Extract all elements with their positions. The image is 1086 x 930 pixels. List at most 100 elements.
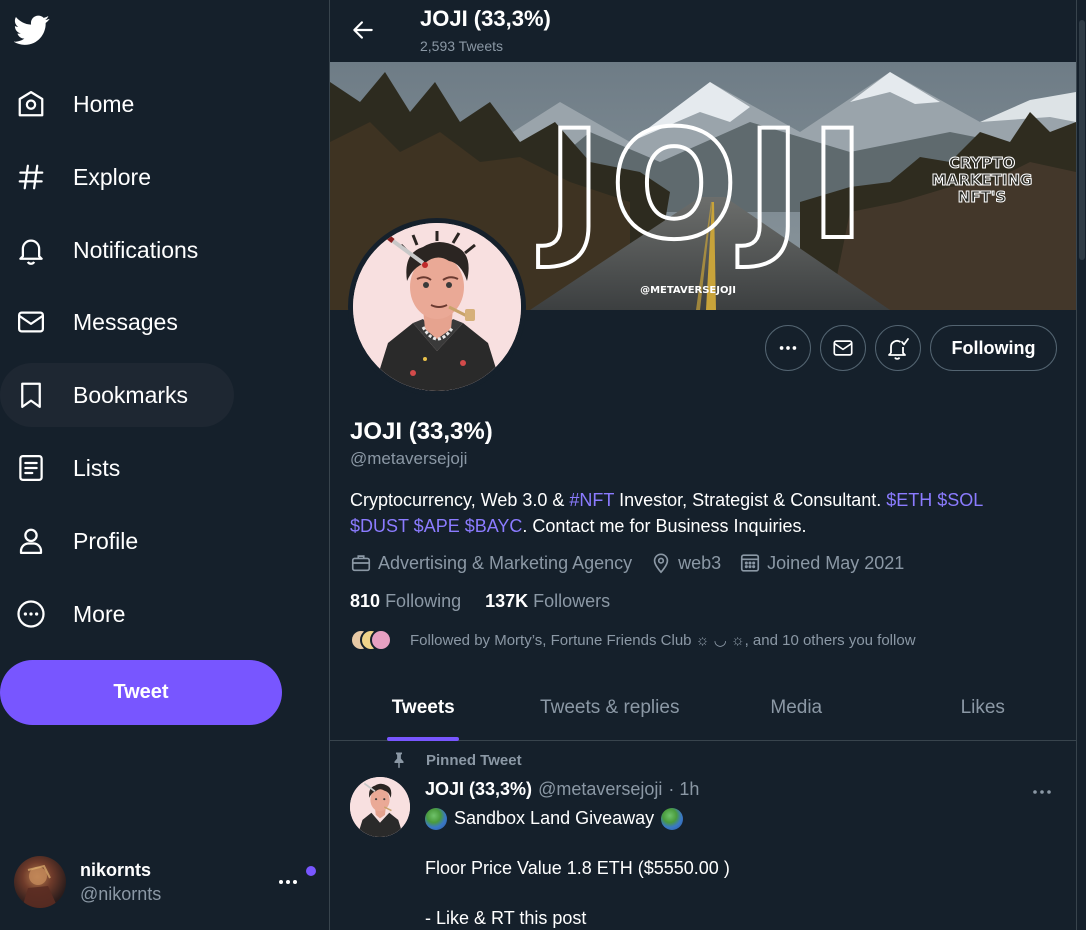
more-horizontal-icon[interactable] <box>276 870 300 894</box>
following-count: 810 <box>350 591 381 611</box>
banner-side-text-2: MARKETING <box>932 171 1033 189</box>
follower-avatars <box>350 629 398 651</box>
scrollbar[interactable] <box>1076 0 1086 930</box>
globe-emoji-icon <box>661 807 684 830</box>
cashtag-links[interactable]: $ETH $SOL <box>886 490 983 510</box>
tab-label: Media <box>770 696 823 718</box>
cashtag-links[interactable]: $DUST $APE $BAYC <box>350 516 522 536</box>
tweet-header: JOJI (33,3%) @metaversejoji · 1h <box>425 779 699 800</box>
tweet-body: Sandbox Land Giveaway Floor Price Value … <box>425 806 730 930</box>
sidebar-item-bookmarks[interactable]: Bookmarks <box>0 363 234 427</box>
tweet-more-icon[interactable] <box>1030 780 1054 804</box>
tab-likes[interactable]: Likes <box>890 675 1077 740</box>
hashtag-link[interactable]: #NFT <box>569 490 614 510</box>
sidebar-item-lists[interactable]: Lists <box>0 436 144 500</box>
followers-label: Followers <box>533 591 611 611</box>
pinned-label: Pinned Tweet <box>426 751 522 769</box>
profile-header: JOJI (33,3%) 2,593 Tweets <box>330 0 1076 62</box>
bell-icon <box>14 233 48 267</box>
tweet-line: - Like & RT this post <box>425 908 587 928</box>
avatar <box>14 856 66 908</box>
tweet-line <box>425 881 730 906</box>
tweet-time[interactable]: · 1h <box>668 779 699 800</box>
page-title: JOJI (33,3%) <box>420 6 551 31</box>
sidebar-item-messages[interactable]: Messages <box>0 290 202 354</box>
profile-stats: 810 Following 137K Followers <box>350 591 634 612</box>
pinned-label-row: Pinned Tweet <box>390 751 522 769</box>
banner-title: JOJI <box>538 99 874 273</box>
sidebar-item-label: Bookmarks <box>73 381 189 408</box>
sidebar-item-home[interactable]: Home <box>0 72 158 136</box>
envelope-icon <box>14 305 48 339</box>
tab-label: Tweets & replies <box>540 696 680 718</box>
following-stat[interactable]: 810 Following <box>350 591 461 612</box>
profile-handle: @metaversejoji <box>350 449 468 468</box>
account-switcher[interactable]: nikornts @nikornts <box>14 854 316 910</box>
tab-active-indicator <box>387 737 460 741</box>
calendar-icon <box>741 554 760 572</box>
banner-side-text-3: NFT'S <box>958 188 1006 206</box>
tweet-count: 2,593 Tweets <box>420 38 504 54</box>
briefcase-icon <box>351 555 371 572</box>
list-icon <box>14 451 48 485</box>
tab-label: Tweets <box>391 696 455 718</box>
sidebar-item-label: Profile <box>73 527 139 554</box>
profile-bio: Cryptocurrency, Web 3.0 & #NFT Investor,… <box>350 487 1050 539</box>
followed-by-text: Followed by Morty’s, Fortune Friends Clu… <box>410 632 916 649</box>
sidebar-item-notifications[interactable]: Notifications <box>0 218 222 282</box>
sidebar-item-label: Explore <box>73 163 151 190</box>
person-icon <box>14 524 48 558</box>
tab-media[interactable]: Media <box>703 675 890 740</box>
tweet-button[interactable]: Tweet <box>0 660 282 725</box>
profile-meta: Advertising & Marketing Agency web3 Join… <box>350 550 922 576</box>
home-icon <box>14 87 48 121</box>
followed-by[interactable]: Followed by Morty’s, Fortune Friends Clu… <box>350 629 916 651</box>
twitter-bird-icon[interactable] <box>14 12 50 48</box>
tab-tweets-replies[interactable]: Tweets & replies <box>517 675 704 740</box>
message-button[interactable] <box>820 325 866 371</box>
sidebar-item-label: More <box>73 600 126 627</box>
sidebar-item-label: Messages <box>73 308 178 335</box>
bookmark-icon <box>14 378 48 412</box>
sidebar-item-label: Lists <box>73 454 121 481</box>
profile-joined: Joined May 2021 <box>767 552 905 573</box>
more-horizontal-icon <box>779 346 797 350</box>
sidebar-item-label: Home <box>73 90 135 117</box>
notify-button[interactable] <box>875 325 921 371</box>
hashtag-icon <box>14 160 48 194</box>
tweet-author-name[interactable]: JOJI (33,3%) <box>425 779 532 800</box>
sidebar: Home Explore Notifications Messages Book… <box>0 0 330 930</box>
sidebar-item-more[interactable]: More <box>0 582 149 646</box>
tweet-line <box>425 831 730 856</box>
sidebar-item-profile[interactable]: Profile <box>0 509 162 573</box>
bio-text: Cryptocurrency, Web 3.0 & <box>350 490 570 510</box>
sidebar-item-explore[interactable]: Explore <box>0 145 175 209</box>
profile-name: JOJI (33,3%) <box>350 418 493 445</box>
profile-tabs: Tweets Tweets & replies Media Likes <box>330 675 1076 741</box>
bio-text: . Contact me for Business Inquiries. <box>522 516 807 536</box>
profile-column: JOJI (33,3%) 2,593 Tweets JOJI CRYPTO MA… <box>330 0 1076 930</box>
tab-tweets[interactable]: Tweets <box>330 675 517 741</box>
account-handle: @nikornts <box>80 883 162 904</box>
following-label: Following <box>385 591 462 611</box>
tab-label: Likes <box>960 696 1005 718</box>
scroll-thumb[interactable] <box>1079 20 1085 260</box>
followers-count: 137K <box>485 591 529 611</box>
envelope-icon <box>833 340 853 356</box>
notification-dot <box>306 866 316 876</box>
back-arrow-icon[interactable] <box>350 17 376 43</box>
profile-location: web3 <box>678 552 722 573</box>
more-options-button[interactable] <box>765 325 811 371</box>
followers-stat[interactable]: 137K Followers <box>485 591 610 612</box>
tweet-author-handle[interactable]: @metaversejoji <box>538 779 662 800</box>
globe-emoji-icon <box>425 807 447 830</box>
profile-category: Advertising & Marketing Agency <box>378 552 633 573</box>
tweet-line: Sandbox Land Giveaway <box>454 808 655 828</box>
bell-check-icon <box>888 338 909 360</box>
tweet-avatar[interactable] <box>350 777 410 837</box>
profile-avatar[interactable] <box>348 218 526 396</box>
pin-icon <box>394 752 404 769</box>
account-name: nikornts <box>80 859 152 880</box>
sidebar-item-label: Notifications <box>73 236 199 263</box>
following-button[interactable]: Following <box>930 325 1057 371</box>
